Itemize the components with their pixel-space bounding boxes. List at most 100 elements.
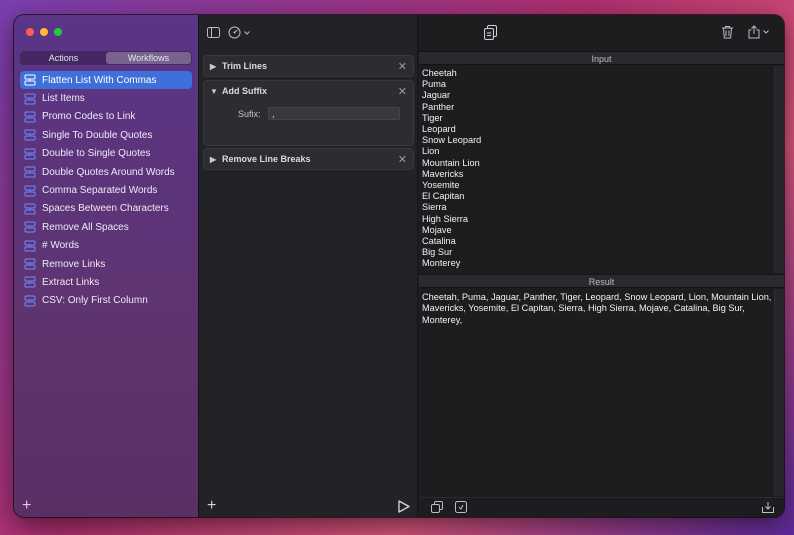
sidebar-item-workflow[interactable]: Promo Codes to Link [20,108,192,126]
chevron-down-icon [763,30,769,34]
step-title: Add Suffix [222,86,267,96]
sidebar-item-label: Promo Codes to Link [42,111,136,123]
input-line: Sierra [422,202,447,213]
workflow-list: Flatten List With Commas List Items Promo … [20,71,192,310]
window-controls [26,28,62,36]
sidebar-item-workflow[interactable]: Remove All Spaces [20,218,192,236]
sidebar-item-label: # Words [42,240,80,252]
sidebar-item-label: Remove All Spaces [42,221,129,233]
workflow-icon [24,111,36,123]
sidebar-item-label: Double Quotes Around Words [42,166,175,178]
input-scrollbar[interactable] [774,66,784,273]
sidebar-item-workflow[interactable]: CSV: Only First Column [20,292,192,310]
workflow-icon [24,93,36,105]
result-scrollbar[interactable] [774,289,784,496]
minimize-window-button[interactable] [40,28,48,36]
input-line: Big Sur [422,247,453,258]
workflow-icon [24,203,36,215]
input-line: Catalina [422,236,456,247]
step-title: Remove Line Breaks [222,154,311,164]
input-section: Input Cheetah Puma Jaguar Panther Tiger Leopa… [419,51,784,273]
export-icon[interactable] [762,501,774,513]
input-line: Panther [422,101,455,112]
workflow-icon [24,276,36,288]
copy-icon[interactable] [484,25,498,40]
tab-workflows[interactable]: Workflows [106,52,191,64]
input-line: Mavericks [422,168,464,179]
workflow-icon [24,185,36,197]
sidebar-item-label: Spaces Between Characters [42,203,169,215]
app-window: Actions Workflows Flatten List With Comm… [14,15,784,517]
sidebar-item-workflow[interactable]: Extract Links [20,273,192,291]
sidebar-toggle-icon[interactable] [207,27,220,38]
disclosure-triangle-icon[interactable]: ▶ [210,62,222,71]
input-line: Tiger [422,112,443,123]
input-line: Mountain Lion [422,157,480,168]
workflow-icon [24,129,36,141]
input-line: High Sierra [422,213,468,224]
io-footer [419,497,784,517]
close-icon[interactable]: ✕ [398,153,407,166]
steps-panel: ▶ Trim Lines ✕ ▼ Add Suffix ✕ Sufix: ▶ R… [199,15,418,517]
close-window-button[interactable] [26,28,34,36]
close-icon[interactable]: ✕ [398,60,407,73]
sidebar-item-label: CSV: Only First Column [42,295,148,307]
sidebar-item-workflow[interactable]: Comma Separated Words [20,181,192,199]
input-line: Snow Leopard [422,135,482,146]
paste-icon[interactable] [455,501,467,513]
play-icon[interactable] [398,500,410,513]
toolbar-right [721,25,769,39]
sidebar-item-workflow[interactable]: # Words [20,237,192,255]
trash-icon[interactable] [721,25,734,39]
step-remove-line-breaks[interactable]: ▶ Remove Line Breaks ✕ [203,148,414,170]
suffix-param: Sufix: [204,101,413,120]
steps-footer: + [199,498,418,517]
step-title: Trim Lines [222,61,268,71]
copy-icon[interactable] [431,501,443,513]
input-line: Monterey [422,258,461,269]
tab-actions[interactable]: Actions [21,52,106,64]
step-add-suffix[interactable]: ▼ Add Suffix ✕ Sufix: [203,80,414,146]
input-line: El Capitan [422,191,465,202]
suffix-label: Sufix: [238,108,261,119]
toolbar-left [207,26,250,39]
sidebar-item-workflow[interactable]: Single To Double Quotes [20,126,192,144]
sidebar-item-workflow[interactable]: Flatten List With Commas [20,71,192,90]
workflow-icon [24,295,36,307]
gauge-icon[interactable] [228,26,250,39]
zoom-window-button[interactable] [54,28,62,36]
sidebar-item-label: Single To Double Quotes [42,129,153,141]
add-step-button[interactable]: + [207,498,216,514]
input-textarea[interactable]: Cheetah Puma Jaguar Panther Tiger Leopard Snow… [419,65,784,270]
sidebar-item-label: Remove Links [42,258,106,270]
input-line: Jaguar [422,90,451,101]
suffix-input[interactable] [268,107,400,120]
io-panel: Input Cheetah Puma Jaguar Panther Tiger Leopa… [419,15,784,517]
result-section: Result Cheetah, Puma, Jaguar, Panther, T… [419,274,784,496]
workflow-icon [24,221,36,233]
workflow-icon [24,240,36,252]
step-trim-lines[interactable]: ▶ Trim Lines ✕ [203,55,414,77]
disclosure-triangle-icon[interactable]: ▶ [210,155,222,164]
add-workflow-button[interactable]: + [22,498,31,514]
disclosure-triangle-icon[interactable]: ▼ [210,87,222,96]
workflow-icon [24,166,36,178]
input-line: Leopard [422,124,456,135]
chevron-down-icon [244,30,250,35]
result-header: Result [419,274,784,288]
sidebar-item-workflow[interactable]: Spaces Between Characters [20,200,192,218]
sidebar-item-workflow[interactable]: Remove Links [20,255,192,273]
sidebar-segmented-control: Actions Workflows [20,51,192,65]
input-line: Mojave [422,224,452,235]
sidebar-item-label: Flatten List With Commas [42,74,157,86]
sidebar-item-workflow[interactable]: Double Quotes Around Words [20,163,192,181]
sidebar-item-label: Extract Links [42,276,100,288]
input-line: Cheetah [422,68,457,78]
result-textarea[interactable]: Cheetah, Puma, Jaguar, Panther, Tiger, L… [419,288,784,326]
share-icon[interactable] [748,25,769,39]
sidebar-item-workflow[interactable]: List Items [20,89,192,107]
input-line: Yosemite [422,180,460,191]
sidebar-item-label: Double to Single Quotes [42,148,151,160]
close-icon[interactable]: ✕ [398,85,407,98]
sidebar-item-workflow[interactable]: Double to Single Quotes [20,145,192,163]
